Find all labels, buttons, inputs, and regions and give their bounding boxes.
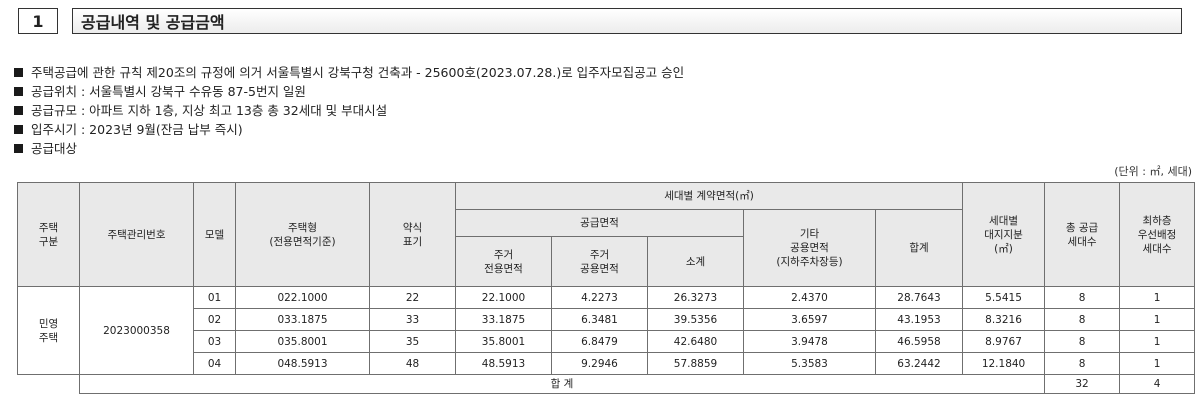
exclusive-cell: 35.8001 — [455, 330, 552, 353]
land-share-cell: 5.5415 — [962, 286, 1046, 309]
common-cell: 9.2946 — [551, 352, 648, 375]
abbr-cell: 35 — [369, 330, 456, 353]
section-title: 공급내역 및 공급금액 — [72, 8, 1182, 34]
subtotal-cell: 26.3273 — [647, 286, 744, 309]
exclusive-cell: 33.1875 — [455, 308, 552, 331]
header-housing-type: 주택 구분 — [17, 182, 80, 287]
sum-cell: 46.5958 — [874, 330, 964, 353]
house-type-cell: 022.1000 — [235, 286, 370, 309]
square-bullet-icon — [14, 68, 23, 77]
house-type-cell: 033.1875 — [235, 308, 370, 331]
header-supply-area: 공급면적 — [455, 209, 744, 237]
header-mgmt-no: 주택관리번호 — [79, 182, 194, 287]
header-model: 모델 — [193, 182, 236, 287]
bullet-item: 주택공급에 관한 규칙 제20조의 규정에 의거 서울특별시 강북구청 건축과 … — [14, 63, 684, 82]
total-priority-sum: 4 — [1119, 374, 1196, 394]
other-common-cell: 3.9478 — [743, 330, 876, 353]
model-cell: 01 — [193, 286, 236, 309]
total-units-sum: 32 — [1044, 374, 1121, 394]
other-common-cell: 5.3583 — [743, 352, 876, 375]
total-row: 합 계 32 4 — [17, 374, 1196, 394]
header-abbr: 약식 표기 — [369, 182, 456, 287]
model-cell: 03 — [193, 330, 236, 353]
land-share-cell: 12.1840 — [962, 352, 1046, 375]
subtotal-cell: 42.6480 — [647, 330, 744, 353]
min-priority-cell: 1 — [1119, 352, 1196, 375]
land-share-cell: 8.3216 — [962, 308, 1046, 331]
section-header: 1 공급내역 및 공급금액 — [18, 8, 1182, 34]
common-cell: 6.8479 — [551, 330, 648, 353]
house-type-cell: 035.8001 — [235, 330, 370, 353]
header-subtotal: 소계 — [647, 236, 744, 287]
sum-cell: 28.7643 — [874, 286, 964, 309]
square-bullet-icon — [14, 125, 23, 134]
header-house-type: 주택형 (전용면적기준) — [235, 182, 370, 287]
exclusive-cell: 48.5913 — [455, 352, 552, 375]
model-cell: 02 — [193, 308, 236, 331]
table-row: 04 048.5913 48 48.5913 9.2946 57.8859 5.… — [18, 352, 1196, 375]
bullet-item: 공급규모 : 아파트 지하 1층, 지상 최고 13층 총 32세대 및 부대시… — [14, 101, 684, 120]
subtotal-cell: 57.8859 — [647, 352, 744, 375]
sum-cell: 43.1953 — [874, 308, 964, 331]
abbr-cell: 33 — [369, 308, 456, 331]
total-units-cell: 8 — [1044, 352, 1121, 375]
table-row: 02 033.1875 33 33.1875 6.3481 39.5356 3.… — [18, 308, 1196, 331]
abbr-cell: 48 — [369, 352, 456, 375]
bullet-text: 입주시기 : 2023년 9월(잔금 납부 즉시) — [31, 122, 243, 137]
bullet-text: 공급규모 : 아파트 지하 1층, 지상 최고 13층 총 32세대 및 부대시… — [31, 103, 388, 118]
supply-table: 주택 구분 주택관리번호 모델 주택형 (전용면적기준) 약식 표기 세대별 계… — [17, 182, 1196, 394]
header-other-common: 기타 공용면적 (지하주차장등) — [743, 209, 876, 287]
exclusive-cell: 22.1000 — [455, 286, 552, 309]
total-label: 합 계 — [78, 374, 1046, 394]
header-min-priority: 최하층 우선배정 세대수 — [1119, 182, 1196, 287]
square-bullet-icon — [14, 106, 23, 115]
bullet-list: 주택공급에 관한 규칙 제20조의 규정에 의거 서울특별시 강북구청 건축과 … — [14, 63, 684, 158]
square-bullet-icon — [14, 87, 23, 96]
min-priority-cell: 1 — [1119, 286, 1196, 309]
min-priority-cell: 1 — [1119, 330, 1196, 353]
housing-type-cell: 민영 주택 — [17, 286, 80, 375]
common-cell: 6.3481 — [551, 308, 648, 331]
min-priority-cell: 1 — [1119, 308, 1196, 331]
sum-cell: 63.2442 — [874, 352, 964, 375]
total-units-cell: 8 — [1044, 286, 1121, 309]
bullet-text: 공급위치 : 서울특별시 강북구 수유동 87-5번지 일원 — [31, 84, 306, 99]
header-total-units: 총 공급 세대수 — [1044, 182, 1121, 287]
subtotal-cell: 39.5356 — [647, 308, 744, 331]
total-blank-cell — [17, 374, 80, 394]
bullet-text: 공급대상 — [31, 141, 78, 156]
bullet-item: 입주시기 : 2023년 9월(잔금 납부 즉시) — [14, 120, 684, 139]
header-contract-area: 세대별 계약면적(㎡) — [454, 182, 964, 210]
section-number: 1 — [18, 8, 58, 34]
unit-note: (단위 : ㎡, 세대) — [1114, 165, 1192, 178]
bullet-item: 공급대상 — [14, 139, 684, 158]
other-common-cell: 3.6597 — [743, 308, 876, 331]
header-exclusive: 주거 전용면적 — [455, 236, 552, 287]
table-row: 민영 주택 2023000358 01 022.1000 22 22.1000 … — [17, 286, 1196, 375]
table-row: 03 035.8001 35 35.8001 6.8479 42.6480 3.… — [18, 330, 1196, 353]
header-common: 주거 공용면적 — [551, 236, 648, 287]
model-cell: 04 — [193, 352, 236, 375]
square-bullet-icon — [14, 144, 23, 153]
other-common-cell: 2.4370 — [743, 286, 876, 309]
total-units-cell: 8 — [1044, 308, 1121, 331]
house-type-cell: 048.5913 — [235, 352, 370, 375]
total-units-cell: 8 — [1044, 330, 1121, 353]
abbr-cell: 22 — [369, 286, 456, 309]
land-share-cell: 8.9767 — [962, 330, 1046, 353]
header-land-share: 세대별 대지지분 (㎡) — [962, 182, 1046, 287]
common-cell: 4.2273 — [551, 286, 648, 309]
mgmt-no-cell: 2023000358 — [79, 286, 194, 375]
bullet-item: 공급위치 : 서울특별시 강북구 수유동 87-5번지 일원 — [14, 82, 684, 101]
header-sum: 합계 — [874, 209, 964, 287]
bullet-text: 주택공급에 관한 규칙 제20조의 규정에 의거 서울특별시 강북구청 건축과 … — [31, 65, 685, 80]
